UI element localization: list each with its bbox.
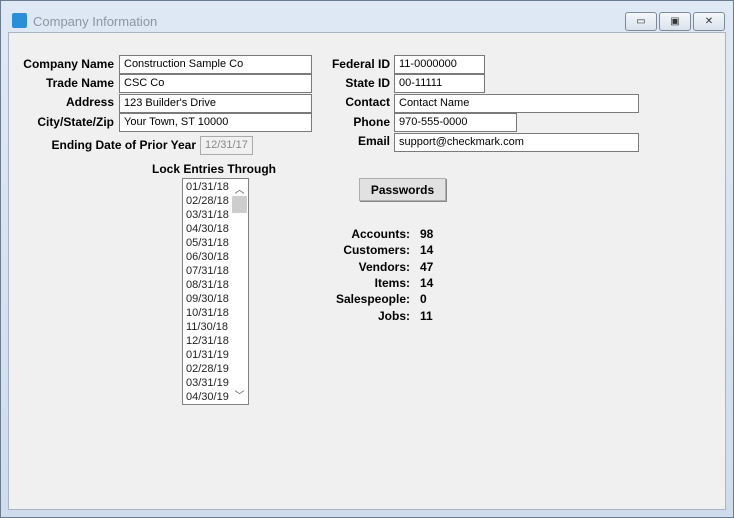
list-scrollbar[interactable]: ︿ ﹀ — [231, 179, 248, 404]
scroll-down-icon[interactable]: ﹀ — [231, 387, 248, 402]
phone-input[interactable]: 970-555-0000 — [394, 113, 517, 132]
trade-name-label: Trade Name — [45, 76, 114, 90]
company-name-label: Company Name — [23, 57, 114, 71]
email-input[interactable]: support@checkmark.com — [394, 133, 639, 152]
stat-value: 0 — [420, 292, 427, 307]
lock-entries-list[interactable]: 01/31/18 02/28/18 03/31/18 04/30/18 05/31/18… — [182, 178, 249, 405]
state-id-input[interactable]: 00-11111 — [394, 74, 485, 93]
stat-value: 14 — [420, 243, 434, 258]
contact-input[interactable]: Contact Name — [394, 94, 639, 113]
federal-id-label: Federal ID — [331, 57, 390, 71]
stat-value: 98 — [420, 227, 434, 241]
minimize-button[interactable]: ▭ — [625, 12, 657, 31]
email-label: Email — [357, 134, 390, 148]
company-name-input[interactable]: Construction Sample Co — [119, 55, 312, 74]
city-state-zip-input[interactable]: Your Town, ST 10000 — [119, 113, 312, 132]
scroll-thumb[interactable] — [232, 196, 247, 213]
trade-name-input[interactable]: CSC Co — [119, 74, 312, 93]
federal-id-input[interactable]: 11-0000000 — [394, 55, 485, 74]
window-title: Company Information — [33, 14, 158, 29]
stat-label: Accounts: — [351, 227, 410, 241]
passwords-button[interactable]: Passwords — [359, 178, 446, 201]
stat-value: 14 — [420, 275, 434, 290]
close-button[interactable]: ✕ — [693, 12, 725, 31]
stat-label: Jobs: — [377, 308, 410, 323]
stat-value: 11 — [420, 308, 433, 323]
stat-label: Items: — [374, 275, 410, 290]
stat-label: Vendors: — [358, 259, 410, 274]
city-state-zip-label: City/State/Zip — [37, 115, 114, 129]
stat-label: Salespeople: — [335, 292, 410, 307]
address-input[interactable]: 123 Builder's Drive — [119, 94, 312, 113]
prior-year-end-label: Ending Date of Prior Year — [51, 138, 196, 152]
scroll-up-icon[interactable]: ︿ — [231, 181, 248, 196]
app-icon — [12, 13, 27, 28]
address-label: Address — [65, 95, 114, 109]
lock-entries-label: Lock Entries Through — [151, 162, 276, 176]
maximize-button[interactable]: ▣ — [659, 12, 691, 31]
stat-label: Customers: — [343, 243, 410, 258]
contact-label: Contact — [345, 95, 390, 109]
phone-label: Phone — [353, 115, 390, 129]
stat-value: 47 — [420, 259, 434, 274]
state-id-label: State ID — [345, 76, 390, 90]
prior-year-end-input: 12/31/17 — [200, 136, 253, 155]
